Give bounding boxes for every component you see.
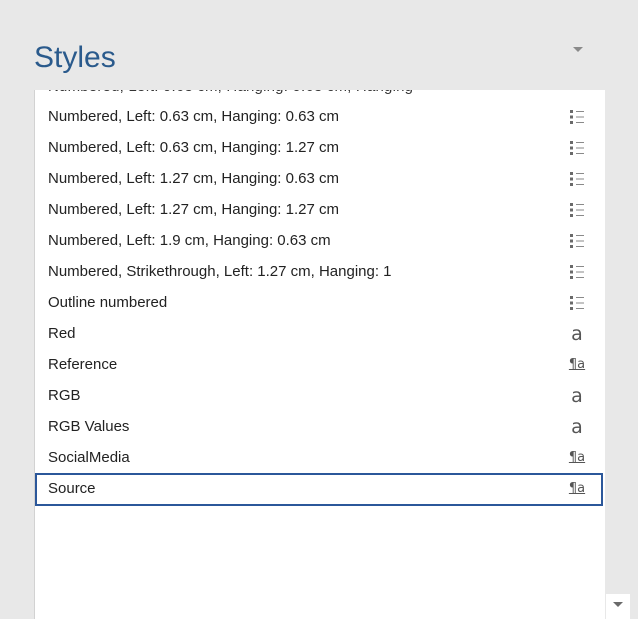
style-list-item[interactable]: RGB a bbox=[35, 380, 603, 411]
style-list-item[interactable]: Outline numbered bbox=[35, 287, 603, 318]
style-item-label: RGB Values bbox=[48, 418, 130, 435]
style-list-item[interactable]: Red a bbox=[35, 318, 603, 349]
style-list-item[interactable]: Numbered, Left: 0.63 cm, Hanging: 0.63 c… bbox=[35, 101, 603, 132]
chevron-down-icon bbox=[573, 47, 583, 52]
style-item-label: Numbered, Strikethrough, Left: 1.27 cm, … bbox=[48, 263, 392, 280]
styles-pane: Styles Numbered, Left: 0.63 cm, Hanging:… bbox=[0, 0, 638, 619]
style-item-label: Source bbox=[48, 480, 96, 497]
chevron-down-icon bbox=[613, 602, 623, 607]
style-item-label: Numbered, Left: 0.63 cm, Hanging: 0.63 c… bbox=[48, 108, 339, 125]
style-item-label: SocialMedia bbox=[48, 449, 130, 466]
style-item-label: RGB bbox=[48, 387, 81, 404]
list-style-icon bbox=[565, 138, 589, 158]
style-list-item[interactable]: Numbered, Left: 1.27 cm, Hanging: 0.63 c… bbox=[35, 163, 603, 194]
list-style-icon bbox=[565, 200, 589, 220]
list-style-icon bbox=[565, 107, 589, 127]
style-list-item[interactable]: Source ¶a bbox=[35, 473, 603, 506]
list-style-icon bbox=[565, 293, 589, 313]
list-style-icon bbox=[565, 231, 589, 251]
style-list-item[interactable]: Numbered, Left: 1.27 cm, Hanging: 1.27 c… bbox=[35, 194, 603, 225]
styles-pane-header: Styles bbox=[0, 0, 638, 90]
style-item-label: Red bbox=[48, 325, 76, 342]
character-style-icon: a bbox=[571, 323, 583, 345]
style-list-item[interactable]: Numbered, Left: 0.63 cm, Hanging: 1.27 c… bbox=[35, 132, 603, 163]
linked-style-icon: ¶a bbox=[568, 357, 586, 372]
style-item-label: Numbered, Left: 1.9 cm, Hanging: 0.63 cm bbox=[48, 232, 331, 249]
style-list-item[interactable]: Reference ¶a bbox=[35, 349, 603, 380]
style-item-label: Reference bbox=[48, 356, 118, 373]
style-item-label: Numbered, Left: 0.63 cm, Hanging: 1.27 c… bbox=[48, 139, 339, 156]
style-list-item[interactable]: Numbered, Strikethrough, Left: 1.27 cm, … bbox=[35, 256, 603, 287]
character-style-icon: a bbox=[571, 385, 583, 407]
style-item-label: Outline numbered bbox=[48, 294, 168, 311]
style-list-item[interactable]: RGB Values a bbox=[35, 411, 603, 442]
linked-style-icon: ¶a bbox=[568, 481, 586, 496]
style-list-item[interactable]: SocialMedia ¶a bbox=[35, 442, 603, 473]
linked-style-icon: ¶a bbox=[568, 450, 586, 465]
style-list-item[interactable]: Numbered, Left: 1.9 cm, Hanging: 0.63 cm bbox=[35, 225, 603, 256]
pane-options-dropdown[interactable] bbox=[567, 41, 589, 57]
styles-list[interactable]: Numbered, Left: 0.63 cm, Hanging: 0.63 c… bbox=[34, 90, 605, 619]
list-style-icon bbox=[565, 169, 589, 189]
style-item-label: Numbered, Left: 1.27 cm, Hanging: 0.63 c… bbox=[48, 170, 339, 187]
clipped-list-item: Numbered, Left: 0.63 cm, Hanging: 0.63 c… bbox=[35, 90, 605, 99]
list-style-icon bbox=[565, 262, 589, 282]
style-item-label: Numbered, Left: 1.27 cm, Hanging: 1.27 c… bbox=[48, 201, 339, 218]
style-item-dropdown-button[interactable] bbox=[606, 594, 630, 619]
pane-title: Styles bbox=[34, 41, 116, 74]
character-style-icon: a bbox=[571, 416, 583, 438]
